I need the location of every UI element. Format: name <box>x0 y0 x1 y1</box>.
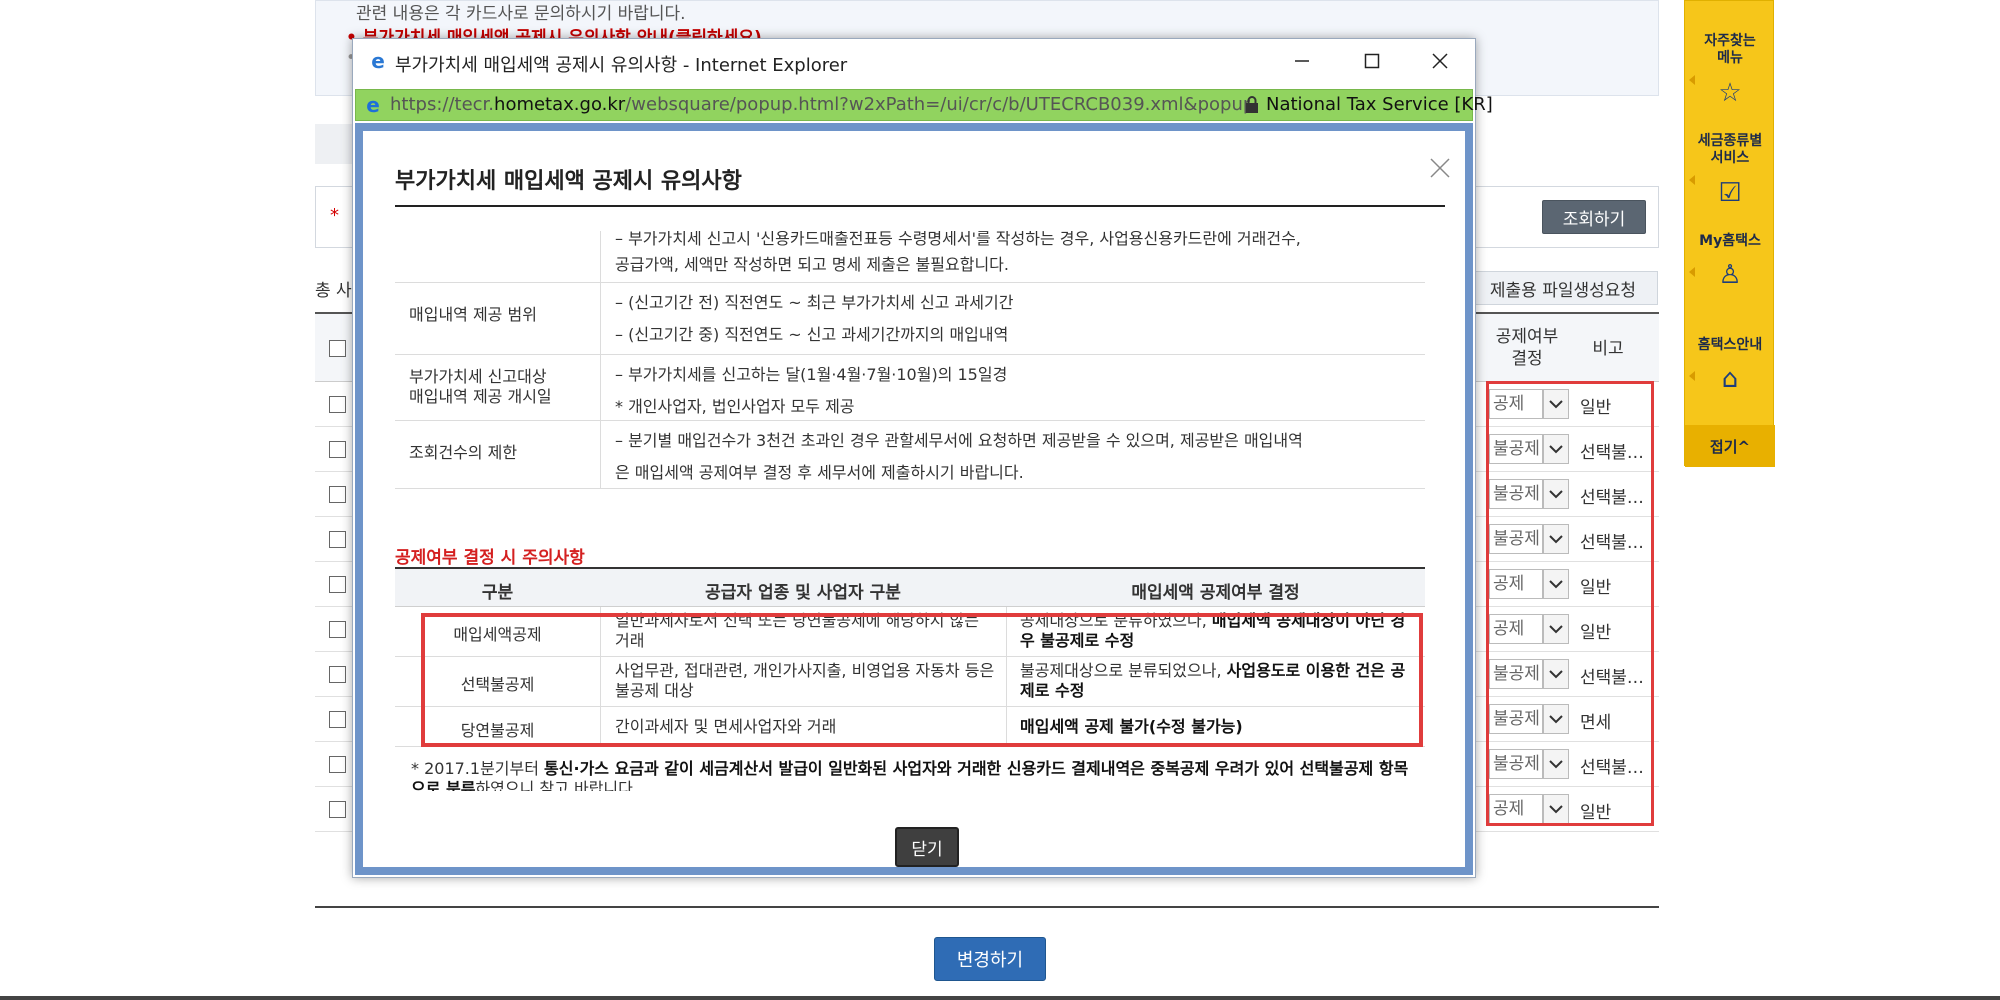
maximize-button[interactable] <box>1337 39 1407 83</box>
info-text: – 분기별 매입건수가 3천건 초과인 경우 관할세무서에 요청하면 제공받을 … <box>615 431 1303 450</box>
popup-frame: 부가가치세 매입세액 공제시 유의사항 – 부가가치세 신고시 '신용카드매출전… <box>355 123 1473 875</box>
row-checkbox[interactable] <box>329 486 346 503</box>
info-text: * 개인사업자, 법인사업자 모두 제공 <box>615 397 855 416</box>
total-count-label: 총 사 <box>315 281 352 301</box>
section-title: 공제여부 결정 시 주의사항 <box>395 548 585 568</box>
highlight-box <box>421 613 1423 747</box>
window-title: 부가가치세 매입세액 공제시 유의사항 - Internet Explorer <box>395 55 848 76</box>
info-text: – 부가가치세를 신고하는 달(1월·4월·7월·10월)의 15일경 <box>615 365 1008 384</box>
header-supplier: 공급자 업종 및 사업자 구분 <box>705 583 901 603</box>
info-row: – 부가가치세 신고시 '신용카드매출전표등 수령명세서'를 작성하는 경우, … <box>395 231 1425 283</box>
expand-arrow-icon <box>1689 267 1695 277</box>
close-button[interactable]: 닫기 <box>895 827 959 867</box>
row-checkbox[interactable] <box>329 801 346 818</box>
ie-logo-icon: e <box>371 49 385 73</box>
url-text[interactable]: https://tecr.hometax.go.kr/websquare/pop… <box>390 94 1250 115</box>
window-titlebar[interactable]: e 부가가치세 매입세액 공제시 유의사항 - Internet Explore… <box>353 39 1475 87</box>
address-bar[interactable]: e https://tecr.hometax.go.kr/websquare/p… <box>355 89 1493 121</box>
minimize-button[interactable] <box>1267 39 1337 83</box>
column-divider <box>600 421 601 489</box>
footer-divider <box>0 996 2000 1000</box>
ie-popup-window: e 부가가치세 매입세액 공제시 유의사항 - Internet Explore… <box>352 38 1493 878</box>
row-checkbox[interactable] <box>329 666 346 683</box>
maximize-icon <box>1364 53 1380 69</box>
user-icon[interactable]: ♙ <box>1716 261 1744 289</box>
note-text: * 2017.1분기부터 통신·가스 요금과 같이 세금계산서 발급이 일반화된… <box>411 759 1409 791</box>
info-label: 조회건수의 제한 <box>409 443 518 462</box>
header-deduction: 공제여부 결정 <box>1495 327 1559 369</box>
title-divider <box>395 205 1445 207</box>
info-row: 조회건수의 제한 – 분기별 매입건수가 3천건 초과인 경우 관할세무서에 요청… <box>395 421 1425 489</box>
popup-content: 부가가치세 매입세액 공제시 유의사항 – 부가가치세 신고시 '신용카드매출전… <box>363 131 1465 867</box>
info-row: 부가가치세 신고대상 매입내역 제공 개시일 – 부가가치세를 신고하는 달(1월… <box>395 355 1425 421</box>
column-divider <box>600 231 601 283</box>
deduction-rule-table: 구분 공급자 업종 및 사업자 구분 매입세액 공제여부 결정 매입세액공제 일반… <box>395 567 1425 747</box>
search-button[interactable]: 조회하기 <box>1542 200 1646 234</box>
header-decision: 매입세액 공제여부 결정 <box>1131 583 1300 603</box>
info-row: 매입내역 제공 범위 – (신고기간 전) 직전연도 ~ 최근 부가가치세 신고 … <box>395 283 1425 355</box>
quick-menu-label[interactable]: 자주찾는 메뉴 <box>1685 33 1775 67</box>
info-label: 매입내역 제공 범위 <box>409 305 537 324</box>
header-remark: 비고 <box>1592 339 1624 359</box>
ie-page-icon: e <box>366 93 380 117</box>
change-button[interactable]: 변경하기 <box>934 937 1046 981</box>
required-mark: * <box>330 205 339 226</box>
site-identity[interactable]: National Tax Service [KR] <box>1266 94 1493 115</box>
checkbox-icon[interactable]: ☑ <box>1716 179 1744 207</box>
info-text: 공급가액, 세액만 작성하면 되고 명세 제출은 불필요합니다. <box>615 255 1009 274</box>
fold-button[interactable]: 접기^ <box>1685 425 1775 467</box>
row-checkbox[interactable] <box>329 396 346 413</box>
row-checkbox[interactable] <box>329 621 346 638</box>
expand-arrow-icon <box>1689 175 1695 185</box>
scroll-content[interactable]: – 부가가치세 신고시 '신용카드매출전표등 수령명세서'를 작성하는 경우, … <box>395 231 1447 791</box>
expand-arrow-icon <box>1689 75 1695 85</box>
info-text: 은 매입세액 공제여부 결정 후 세무서에 제출하시기 바랍니다. <box>615 463 1024 482</box>
info-text: – 부가가치세 신고시 '신용카드매출전표등 수령명세서'를 작성하는 경우, … <box>615 231 1301 248</box>
row-checkbox[interactable] <box>329 711 346 728</box>
minimize-icon <box>1295 60 1309 62</box>
divider <box>315 906 1659 908</box>
column-divider <box>600 355 601 421</box>
quick-menu-label[interactable]: My홈택스 <box>1685 233 1775 250</box>
quick-menu: 자주찾는 메뉴 ☆ 세금종류별 서비스 ☑ My홈택스 ♙ 홈택스안내 ⌂ 접기^ <box>1684 0 1775 467</box>
quick-menu-label[interactable]: 세금종류별 서비스 <box>1685 133 1775 167</box>
popup-close-icon[interactable] <box>1425 153 1455 183</box>
quick-menu-label[interactable]: 홈택스안내 <box>1685 337 1775 354</box>
tab-strip <box>315 124 355 164</box>
info-text: – (신고기간 전) 직전연도 ~ 최근 부가가치세 신고 과세기간 <box>615 293 1014 312</box>
header-type: 구분 <box>481 583 514 603</box>
create-file-button[interactable]: 제출용 파일생성요청 <box>1468 271 1658 305</box>
popup-title: 부가가치세 매입세액 공제시 유의사항 <box>395 169 742 194</box>
row-checkbox[interactable] <box>329 531 346 548</box>
info-label: 부가가치세 신고대상 매입내역 제공 개시일 <box>409 367 552 406</box>
home-icon[interactable]: ⌂ <box>1716 365 1744 393</box>
close-icon <box>1432 53 1448 69</box>
row-checkbox[interactable] <box>329 576 346 593</box>
notice-line: 관련 내용은 각 카드사로 문의하시기 바랍니다. <box>356 4 686 24</box>
column-divider <box>600 283 601 355</box>
highlight-box <box>1486 381 1654 826</box>
table-header: 구분 공급자 업종 및 사업자 구분 매입세액 공제여부 결정 <box>395 569 1425 607</box>
info-text: – (신고기간 중) 직전연도 ~ 신고 과세기간까지의 매입내역 <box>615 325 1009 344</box>
select-all-checkbox[interactable] <box>329 340 346 357</box>
expand-arrow-icon <box>1689 371 1695 381</box>
star-icon[interactable]: ☆ <box>1716 79 1744 107</box>
lock-icon[interactable] <box>1244 95 1262 115</box>
row-checkbox[interactable] <box>329 441 346 458</box>
row-checkbox[interactable] <box>329 756 346 773</box>
window-close-button[interactable] <box>1405 39 1475 83</box>
